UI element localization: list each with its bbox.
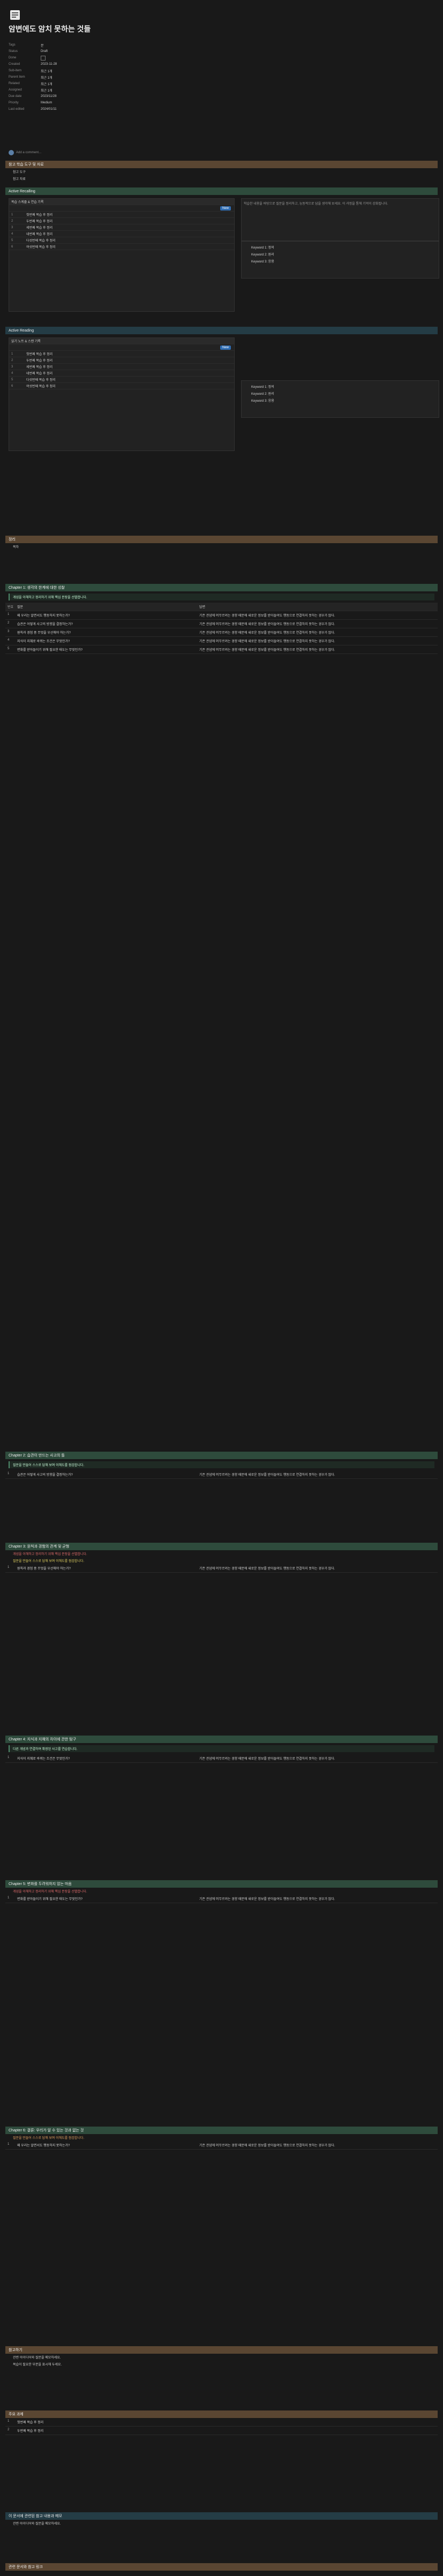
chapter-header[interactable]: Chapter 2: 습관이 만드는 사고의 틀 bbox=[5, 1452, 438, 1459]
property-row[interactable]: Due date 2023/11/28 bbox=[9, 93, 116, 100]
chapter-2: Chapter 2: 습관이 만드는 사고의 틀 질문을 만들어 스스로 답해 … bbox=[5, 1452, 438, 1479]
reference-section: 참고하기 관련 아이디어와 질문을 메모하세요. 복습이 필요한 부분을 표시해… bbox=[5, 2346, 438, 2368]
table-row[interactable]: 2 습관은 어떻게 사고의 방향을 결정하는가? 기존 관념에 머무르려는 경향 때… bbox=[5, 620, 438, 628]
keyword-list: Keyword 1: 정의 Keyword 2: 원리 Keyword 3: 응… bbox=[241, 241, 439, 279]
chapter-header[interactable]: Chapter 1: 생각의 한계에 대한 성찰 bbox=[5, 584, 438, 591]
table-row[interactable]: 2 두번째 복습 후 정리 bbox=[9, 357, 234, 364]
property-row[interactable]: Priority Medium bbox=[9, 100, 116, 106]
checkbox[interactable] bbox=[41, 55, 46, 61]
property-row[interactable]: Created 2023-11-28 bbox=[9, 61, 116, 67]
tasks-section: 주요 과제 1 첫번째 복습 후 정리 2 두번째 복습 후 정리 bbox=[5, 2410, 438, 2435]
table-row[interactable]: 1 첫번째 복습 후 정리 bbox=[5, 2418, 438, 2427]
list-item: 참고 자료 bbox=[13, 178, 26, 181]
active-recalling-block: Active Recalling 복습 스케줄 & 연습 기록 New 1 첫번째… bbox=[5, 187, 439, 321]
chapter-4: Chapter 4: 지식과 지혜의 차이에 관한 탐구 다른 개념과 연결하여… bbox=[5, 1736, 438, 1763]
table-row[interactable]: 4 지식이 지혜로 바뀌는 조건은 무엇인가? 기존 관념에 머무르려는 경향 때문… bbox=[5, 637, 438, 645]
property-row[interactable]: Done bbox=[9, 55, 116, 61]
table-row[interactable]: 1왜 우리는 알면서도 행동하지 못하는가? 기존 관념에 머무르려는 경향 때문… bbox=[5, 2141, 438, 2150]
notebook-icon bbox=[9, 9, 21, 21]
links-section: 관련 문서와 참고 링크 bbox=[5, 2563, 438, 2571]
section-header[interactable]: 관련 문서와 참고 링크 bbox=[5, 2563, 438, 2571]
database-view: 읽기 노트 & 스캔 기록 New 1 첫번째 복습 후 정리 2 두번째 복습 후… bbox=[9, 337, 235, 451]
chapter-1: Chapter 1: 생각의 한계에 대한 성찰 개념을 이해하고 정리하기 위… bbox=[5, 584, 438, 654]
table-row[interactable]: 5 다섯번째 복습 후 정리 bbox=[9, 237, 234, 244]
table-row[interactable]: 1 지식이 지혜로 바뀌는 조건은 무엇인가? 기존 관념에 머무르려는 경향 때문… bbox=[5, 1754, 438, 1763]
table-row[interactable]: 1 원칙과 경험 중 무엇을 우선해야 하는가? 기존 관념에 머무르려는 경향 때… bbox=[5, 1564, 438, 1573]
table-row[interactable]: 2 두번째 복습 후 정리 bbox=[9, 218, 234, 224]
chapter-6: Chapter 6: 결론: 우리가 알 수 있는 것과 없는 것 질문을 만들… bbox=[5, 2127, 438, 2150]
properties: Tags 문 Status Draft Done Created 2023-11-28… bbox=[9, 42, 116, 112]
table-row[interactable]: 5 다섯번째 복습 후 정리 bbox=[9, 377, 234, 383]
property-row[interactable]: Related 최근 1개 bbox=[9, 80, 116, 87]
new-button[interactable]: New bbox=[220, 206, 231, 211]
table-row[interactable]: 2 두번째 복습 후 정리 bbox=[5, 2427, 438, 2435]
property-row[interactable]: Sub-item 최근 1개 bbox=[9, 67, 116, 74]
property-row[interactable]: Assigned 최근 1개 bbox=[9, 87, 116, 93]
chapter-3: Chapter 3: 원칙과 경험의 관계 및 균형 개념을 이해하고 정리하기… bbox=[5, 1543, 438, 1573]
chapter-header[interactable]: Chapter 6: 결론: 우리가 알 수 있는 것과 없는 것 bbox=[5, 2127, 438, 2134]
chapter-header[interactable]: Chapter 5: 변화를 두려워하지 않는 마음 bbox=[5, 1880, 438, 1888]
page-title: 암변에도 암치 못하는 것들 bbox=[9, 25, 91, 33]
table-row[interactable]: 3 세번째 복습 후 정리 bbox=[9, 224, 234, 231]
section-header[interactable]: 참고하기 bbox=[5, 2346, 438, 2354]
table-row[interactable]: 1 첫번째 복습 후 정리 bbox=[9, 212, 234, 218]
notion-page: 암변에도 암치 못하는 것들 Tags 문 Status Draft Done Cr… bbox=[0, 0, 443, 2576]
table-row[interactable]: 3 세번째 복습 후 정리 bbox=[9, 364, 234, 370]
summary-section: 정리 목차 bbox=[5, 536, 438, 550]
section-header[interactable]: 참고 학습 도구 및 자료 bbox=[5, 161, 438, 168]
list-item: 목차 bbox=[13, 546, 19, 549]
chapter-5: Chapter 5: 변화를 두려워하지 않는 마음 개념을 이해하고 정리하기… bbox=[5, 1880, 438, 1903]
section-references: 참고 학습 도구 및 자료 참고 도구 참고 자료 bbox=[5, 161, 438, 182]
active-reading-block: Active Reading 읽기 노트 & 스캔 기록 New 1 첫번째 복습… bbox=[5, 327, 439, 461]
section-header[interactable]: 이 문서에 관련된 참고 내용과 메모 bbox=[5, 2512, 438, 2520]
section-header[interactable]: Active Reading bbox=[5, 327, 438, 334]
table-row[interactable]: 1 첫번째 복습 후 정리 bbox=[9, 351, 234, 357]
table-row[interactable]: 1 습관은 어떻게 사고의 방향을 결정하는가? 기존 관념에 머무르려는 경향 때… bbox=[5, 1470, 438, 1479]
chapter-header[interactable]: Chapter 3: 원칙과 경험의 관계 및 균형 bbox=[5, 1543, 438, 1550]
table-row[interactable]: 6 여섯번째 복습 후 정리 bbox=[9, 383, 234, 389]
table-row[interactable]: 5 변화를 받아들이기 위해 필요한 태도는 무엇인가? 기존 관념에 머무르려는 … bbox=[5, 645, 438, 654]
database-view: 복습 스케줄 & 연습 기록 New 1 첫번째 복습 후 정리 2 두번째 복습 … bbox=[9, 198, 235, 312]
property-row[interactable]: Last edited 2024/01/11 bbox=[9, 106, 116, 112]
table-row[interactable]: 1 변화를 받아들이기 위해 필요한 태도는 무엇인가? 기존 관념에 머무르려는 … bbox=[5, 1895, 438, 1903]
section-header[interactable]: 정리 bbox=[5, 536, 438, 543]
notes-section: 이 문서에 관련된 참고 내용과 메모 관련 아이디어와 질문을 메모하세요. bbox=[5, 2512, 438, 2527]
table-row[interactable]: 3 원칙과 경험 중 무엇을 우선해야 하는가? 기존 관념에 머무르려는 경향 때… bbox=[5, 628, 438, 637]
comment-box[interactable]: Add a comment... bbox=[9, 150, 41, 155]
list-item: 참고 도구 bbox=[13, 171, 26, 174]
table-row[interactable]: 1왜 우리는 알면서도 행동하지 못하는가? 기존 관념에 머무르려는 경향 때문… bbox=[5, 611, 438, 620]
property-row[interactable]: Parent item 최근 1개 bbox=[9, 74, 116, 80]
avatar bbox=[9, 150, 14, 155]
side-note: 학습한 내용을 바탕으로 질문을 정리하고, 능동적으로 답을 생각해 보세요.… bbox=[241, 198, 439, 241]
property-row[interactable]: Tags 문 bbox=[9, 42, 116, 48]
table-row[interactable]: 4 네번째 복습 후 정리 bbox=[9, 231, 234, 237]
chapter-header[interactable]: Chapter 4: 지식과 지혜의 차이에 관한 탐구 bbox=[5, 1736, 438, 1743]
section-header[interactable]: 주요 과제 bbox=[5, 2410, 438, 2418]
table-row[interactable]: 6 여섯번째 복습 후 정리 bbox=[9, 244, 234, 250]
new-button[interactable]: New bbox=[220, 345, 231, 350]
table-row[interactable]: 4 네번째 복습 후 정리 bbox=[9, 370, 234, 377]
section-header[interactable]: Active Recalling bbox=[5, 187, 438, 195]
property-row[interactable]: Status Draft bbox=[9, 48, 116, 55]
keyword-list: Keyword 1: 정의 Keyword 2: 원리 Keyword 3: 응… bbox=[241, 380, 439, 418]
